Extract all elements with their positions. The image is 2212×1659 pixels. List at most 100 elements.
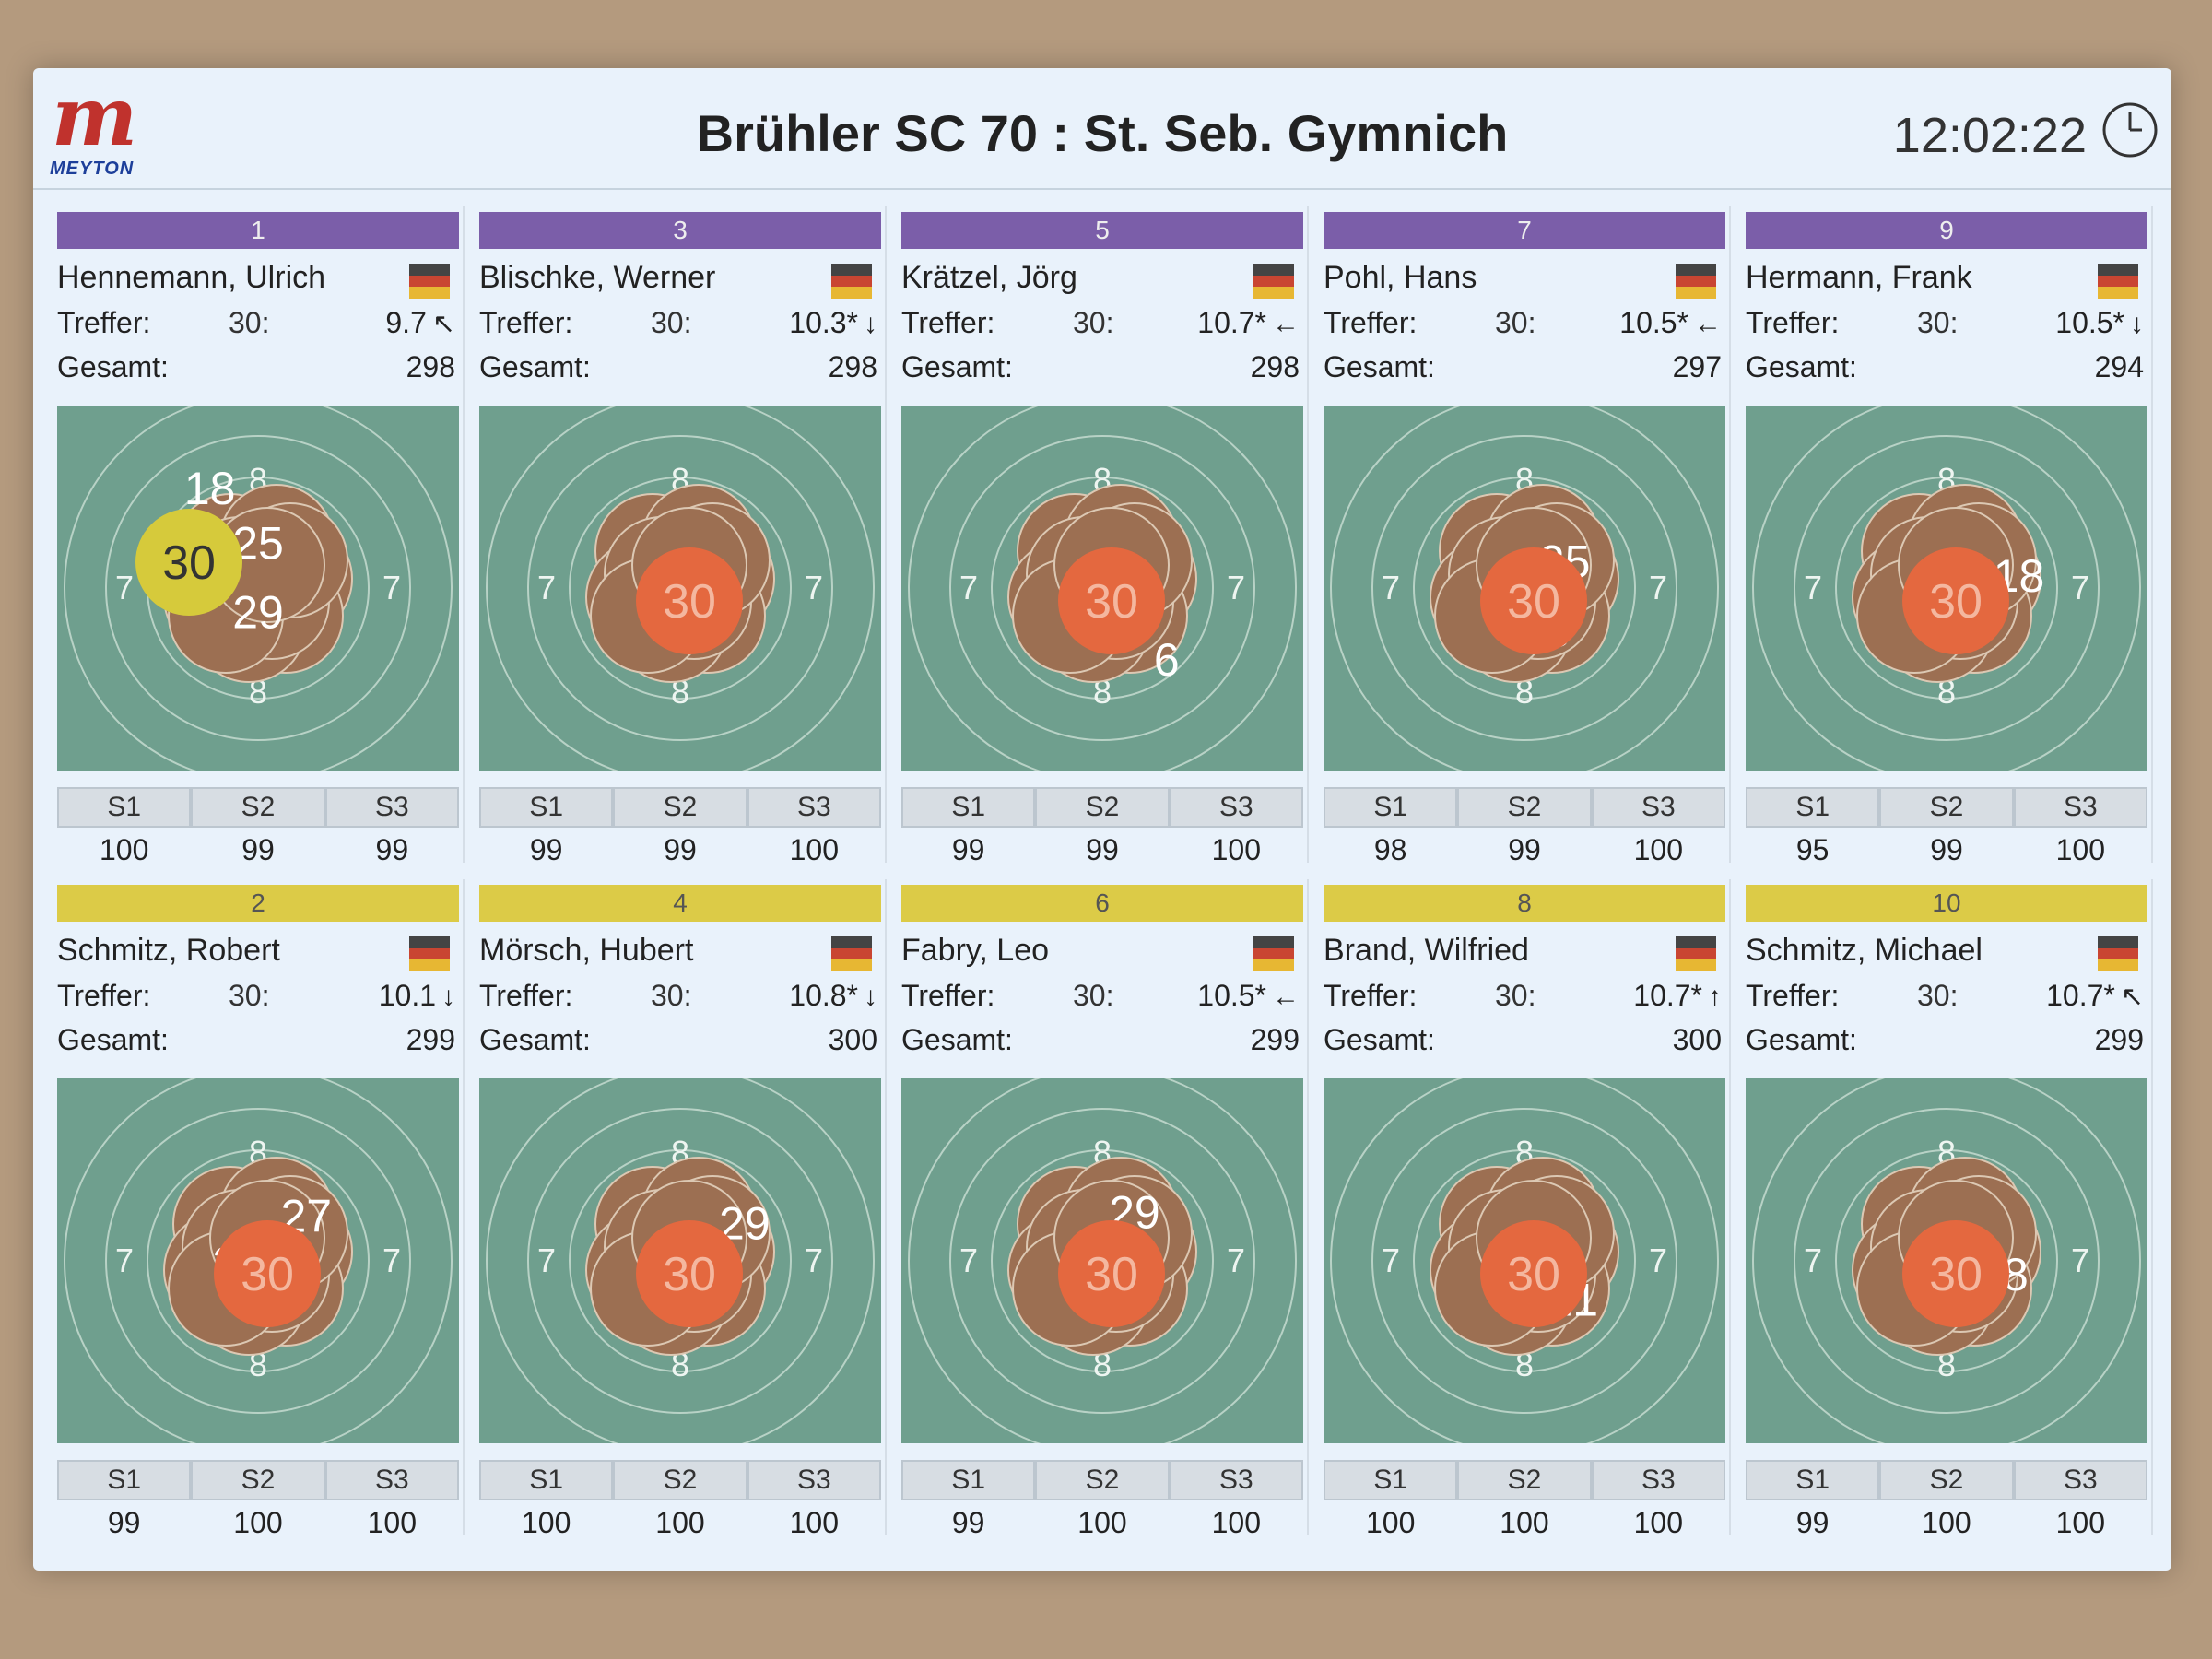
top-bar: m MEYTON Brühler SC 70 : St. Seb. Gymnic… [33, 68, 2171, 190]
series-value-s2: 100 [655, 1506, 705, 1539]
series-header: S1 S2 S3 [57, 787, 459, 828]
target-svg: 7 7882930 [479, 1078, 881, 1443]
shot-count: 30: [651, 979, 692, 1012]
series-label-s3: S3 [1169, 787, 1303, 828]
direction-arrow-icon: ↓ [441, 982, 455, 1012]
total-score: 298 [1250, 350, 1300, 383]
shooter-name: Schmitz, Michael [1746, 933, 1983, 968]
last-shot-value: 10.7* [1197, 306, 1266, 339]
series-value-s3: 100 [789, 833, 840, 866]
gesamt-label: Gesamt: [901, 350, 1013, 383]
series-value-s3: 100 [1211, 1506, 1262, 1539]
gesamt-label: Gesamt: [57, 350, 169, 383]
shooter-name: Blischke, Werner [479, 260, 716, 295]
last-shot-value: 10.8* [789, 979, 858, 1012]
shooter-name: Pohl, Hans [1324, 260, 1477, 295]
series-header: S1 S2 S3 [1746, 787, 2147, 828]
position-header: 3 [479, 212, 881, 249]
series-label-s3: S3 [324, 787, 459, 828]
series-value-s1: 100 [521, 1506, 571, 1539]
ring-number: 7 [115, 1241, 134, 1279]
last-shot-value: 10.5* [1619, 306, 1688, 339]
series-value-s3: 100 [789, 1506, 840, 1539]
ring-number: 7 [805, 1241, 823, 1279]
germany-flag-icon [1676, 936, 1716, 971]
treffer-label: Treffer: [57, 979, 151, 1012]
gesamt-label: Gesamt: [901, 1023, 1013, 1056]
germany-flag-icon [2098, 936, 2138, 971]
position-header: 4 [479, 885, 881, 922]
shot-number-label: 6 [1154, 634, 1180, 686]
last-shot-value: 10.7* [1633, 979, 1702, 1012]
germany-flag-icon [2098, 264, 2138, 299]
position-header: 7 [1324, 212, 1725, 249]
shooter-panel: 2 Schmitz, Robert Treffer: 30: 10.1 ↓ Ges… [50, 879, 465, 1539]
position-header: 10 [1746, 885, 2147, 922]
series-label-s2: S2 [1035, 1460, 1170, 1500]
target-view: 7 7 8 8 30 [479, 406, 881, 771]
last-shot-number: 30 [663, 575, 716, 629]
target-view: 77881830 [1746, 406, 2147, 771]
target-svg: 7 78830 [479, 406, 881, 771]
ring-number: 7 [1227, 569, 1245, 606]
series-header: S1 S2 S3 [901, 1460, 1303, 1500]
series-label-s3: S3 [1591, 1460, 1725, 1500]
series-values: 100 100 100 [1324, 1506, 1725, 1540]
series-label-s3: S3 [1169, 1460, 1303, 1500]
series-value-s1: 99 [529, 833, 563, 866]
last-shot-number: 30 [1929, 575, 1983, 629]
series-label-s2: S2 [1457, 1460, 1592, 1500]
target-view: 7 7 8 8 29 30 [479, 1078, 881, 1443]
total-score: 299 [406, 1023, 455, 1056]
germany-flag-icon [1676, 264, 1716, 299]
shot-count: 30: [651, 306, 692, 339]
treffer-label: Treffer: [1324, 979, 1418, 1012]
series-label-s2: S2 [191, 1460, 325, 1500]
target-svg: 77881830 [1746, 1078, 2147, 1443]
last-shot-value: 9.7 [385, 306, 427, 339]
total-score: 297 [1672, 350, 1722, 383]
target-svg: 7788251830 [1324, 406, 1725, 771]
ring-number: 7 [959, 569, 978, 606]
shot-count: 30: [1073, 979, 1114, 1012]
position-header: 1 [57, 212, 459, 249]
shooter-name: Fabry, Leo [901, 933, 1050, 968]
shot-count: 30: [1917, 306, 1959, 339]
germany-flag-icon [1253, 264, 1294, 299]
series-value-s2: 99 [1930, 833, 1963, 866]
shooter-panel: 10 Schmitz, Michael Treffer: 30: 10.7* ↖ … [1738, 879, 2153, 1539]
total-score: 299 [1250, 1023, 1300, 1056]
series-header: S1 S2 S3 [1324, 787, 1725, 828]
match-title: Brühler SC 70 : St. Seb. Gymnich [696, 104, 1509, 162]
target-view: 7 7 8 8 29 30 [901, 1078, 1303, 1443]
ring-number: 7 [382, 1241, 401, 1279]
ring-number: 7 [1382, 569, 1400, 606]
series-label-s1: S1 [1324, 1460, 1458, 1500]
series-label-s1: S1 [57, 787, 192, 828]
treffer-label: Treffer: [1746, 979, 1840, 1012]
gesamt-label: Gesamt: [1746, 1023, 1857, 1056]
series-label-s2: S2 [1457, 787, 1592, 828]
position-header: 8 [1324, 885, 1725, 922]
position-header: 6 [901, 885, 1303, 922]
ring-number: 7 [382, 569, 401, 606]
total-score: 294 [2094, 350, 2144, 383]
ring-number: 7 [1649, 1241, 1667, 1279]
shooter-name: Hennemann, Ulrich [57, 260, 326, 295]
shooter-name: Hermann, Frank [1746, 260, 1972, 295]
series-value-s2: 99 [1086, 833, 1119, 866]
shooter-panel: 3 Blischke, Werner Treffer: 30: 10.3* ↓ G… [472, 206, 887, 866]
series-label-s3: S3 [747, 787, 881, 828]
series-value-s1: 99 [1795, 1506, 1830, 1539]
series-label-s2: S2 [1879, 787, 2014, 828]
last-shot-number: 30 [1929, 1248, 1983, 1301]
series-label-s3: S3 [2013, 787, 2147, 828]
series-value-s1: 100 [1365, 1506, 1416, 1539]
series-value-s2: 99 [1508, 833, 1541, 866]
clock-time: 12:02:22 [1892, 108, 2087, 163]
series-value-s3: 100 [1633, 833, 1684, 866]
germany-flag-icon [831, 936, 872, 971]
last-shot-value: 10.1 [378, 979, 436, 1012]
shot-count: 30: [1917, 979, 1959, 1012]
total-score: 298 [828, 350, 877, 383]
